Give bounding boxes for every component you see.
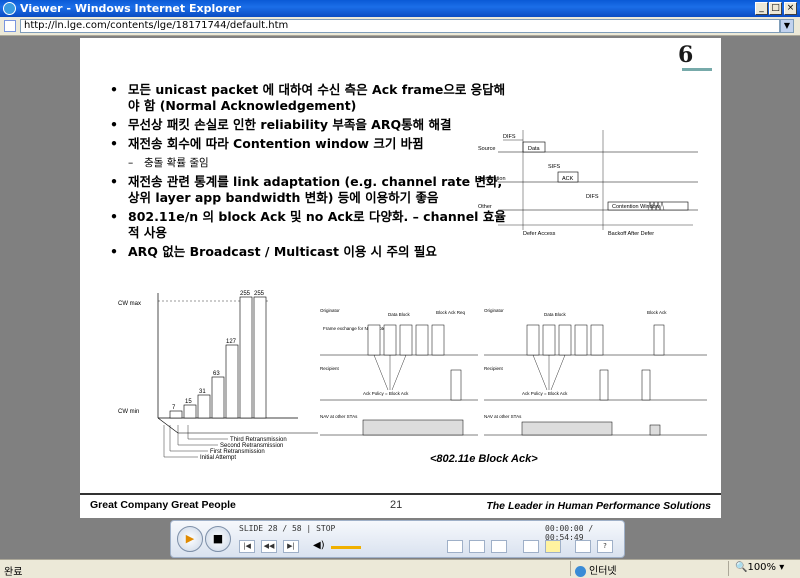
nav-label: NAV at other STAs bbox=[484, 414, 522, 419]
cw-value: 15 bbox=[185, 399, 192, 405]
cw-value: 255 bbox=[240, 291, 251, 297]
note-icon[interactable] bbox=[545, 540, 561, 553]
help-icon[interactable]: ? bbox=[597, 540, 613, 553]
logo-icon bbox=[682, 68, 712, 71]
nav-label: NAV at other STAs bbox=[320, 414, 358, 419]
bullet-item: 재전송 회수에 따라 Contention window 크기 바뀜 bbox=[110, 136, 510, 152]
originator-label: Originator bbox=[484, 308, 504, 313]
blockack-diagram-left: Originator Recipient NAV at other STAs F… bbox=[320, 308, 478, 436]
status-text: 완료 bbox=[4, 567, 23, 578]
bullet-item: 모든 unicast packet 에 대하여 수신 측은 Ack frame으… bbox=[110, 82, 510, 114]
timing-diagram: Source Destination Other Data ACK Conten… bbox=[478, 130, 698, 237]
list-icon[interactable] bbox=[523, 540, 539, 553]
volume-slider[interactable] bbox=[331, 546, 361, 549]
cw-value: 63 bbox=[213, 371, 220, 377]
ack-policy-label: Ack Policy = Block Ack bbox=[522, 391, 568, 396]
zoom-level: 100% bbox=[747, 562, 777, 573]
copy-icon[interactable] bbox=[575, 540, 591, 553]
sub-bullet-item: 충돌 확률 줄임 bbox=[110, 155, 510, 171]
recipient-label: Recipient bbox=[484, 366, 504, 371]
cw-value: 31 bbox=[199, 389, 206, 395]
block-ack-req-label: Block Ack Req bbox=[436, 310, 466, 315]
bullet-item: ARQ 없는 Broadcast / Multicast 이용 시 주의 필요 bbox=[110, 244, 510, 260]
footer-divider bbox=[80, 493, 721, 495]
other-label: Other bbox=[478, 204, 492, 210]
play-button[interactable]: ▶ bbox=[177, 526, 203, 552]
ie-icon bbox=[3, 2, 16, 15]
cw-value: 127 bbox=[226, 339, 237, 345]
initial-attempt-label: Initial Attempt bbox=[200, 455, 236, 461]
prev-button[interactable]: |◀ bbox=[239, 540, 255, 553]
media-player: ▶ ■ SLIDE 28 / 58 | STOP 00:00:00 / 00:5… bbox=[170, 520, 625, 558]
rewind-button[interactable]: ◀◀ bbox=[261, 540, 277, 553]
url-input[interactable]: http://ln.lge.com/contents/lge/18171744/… bbox=[20, 19, 780, 33]
status-divider bbox=[728, 561, 729, 576]
footer-slogan: Great Company Great People bbox=[90, 499, 236, 511]
originator-label: Originator bbox=[320, 308, 340, 313]
close-button[interactable]: × bbox=[784, 2, 797, 15]
bullet-item: 무선상 패킷 손실로 인한 reliability 부족을 ARQ통해 해결 bbox=[110, 117, 510, 133]
ack-label: ACK bbox=[562, 176, 574, 182]
window-title: Viewer - Windows Internet Explorer bbox=[20, 2, 242, 15]
destination-label: Destination bbox=[478, 176, 506, 182]
source-label: Source bbox=[478, 146, 495, 152]
security-zone: 인터넷 bbox=[575, 562, 617, 577]
zoom-icon: 🔍 bbox=[735, 562, 748, 573]
globe-icon bbox=[575, 565, 586, 577]
difs2-label: DIFS bbox=[586, 194, 599, 200]
logo: 6 bbox=[678, 42, 694, 68]
volume-icon[interactable]: ◀) bbox=[313, 540, 325, 551]
bullet-item: 재전송 관련 통계를 link adaptation (e.g. channel… bbox=[110, 174, 510, 206]
slide: 6 모든 unicast packet 에 대하여 수신 측은 Ack fram… bbox=[80, 38, 721, 518]
defer-access-label: Defer Access bbox=[523, 231, 556, 237]
status-bar: 완료 인터넷 🔍100% ▾ bbox=[0, 559, 800, 578]
blockack-caption: <802.11e Block Ack> bbox=[430, 453, 538, 465]
backoff-label: Backoff After Defer bbox=[608, 231, 654, 237]
cw-value: 7 bbox=[172, 405, 176, 411]
footer-tagline: The Leader in Human Performance Solution… bbox=[486, 500, 711, 512]
toolbar-icon[interactable] bbox=[491, 540, 507, 553]
data-label: Data bbox=[528, 146, 541, 152]
cw-min-label: CW min bbox=[118, 409, 139, 415]
blockack-diagram-right: Originator Recipient NAV at other STAs D… bbox=[484, 308, 707, 436]
bullet-list: 모든 unicast packet 에 대하여 수신 측은 Ack frame으… bbox=[110, 82, 510, 263]
page-number: 21 bbox=[390, 499, 403, 511]
cw-diagram: CW max CW min 7 15 31 63 127 255 255 Thi… bbox=[118, 291, 318, 461]
recipient-label: Recipient bbox=[320, 366, 340, 371]
cw-max-label: CW max bbox=[118, 301, 141, 307]
sifs-label: SIFS bbox=[548, 164, 561, 170]
content-area: 6 모든 unicast packet 에 대하여 수신 측은 Ack fram… bbox=[0, 36, 800, 559]
title-bar: Viewer - Windows Internet Explorer _ □ × bbox=[0, 0, 800, 17]
stop-button[interactable]: ■ bbox=[205, 526, 231, 552]
minimize-button[interactable]: _ bbox=[755, 2, 768, 15]
data-block-label: Data Block bbox=[544, 312, 567, 317]
data-block-label: Data Block bbox=[388, 312, 411, 317]
page-icon bbox=[4, 20, 16, 32]
slide-info: SLIDE 28 / 58 | STOP bbox=[239, 524, 336, 533]
address-bar: http://ln.lge.com/contents/lge/18171744/… bbox=[0, 17, 800, 36]
cw-value: 255 bbox=[254, 291, 265, 297]
status-divider bbox=[570, 561, 571, 576]
zoom-control[interactable]: 🔍100% ▾ bbox=[735, 562, 784, 573]
block-ack-label: Block Ack bbox=[647, 310, 667, 315]
toolbar-icon[interactable] bbox=[447, 540, 463, 553]
toolbar-icon[interactable] bbox=[469, 540, 485, 553]
bullet-item: 802.11e/n 의 block Ack 및 no Ack로 다양화. – c… bbox=[110, 209, 510, 241]
maximize-button[interactable]: □ bbox=[769, 2, 782, 15]
next-button[interactable]: ▶| bbox=[283, 540, 299, 553]
address-dropdown-icon[interactable]: ▼ bbox=[780, 19, 794, 33]
difs1-label: DIFS bbox=[503, 134, 516, 140]
ack-policy-label: Ack Policy = Block Ack bbox=[363, 391, 409, 396]
zone-label: 인터넷 bbox=[589, 566, 617, 577]
